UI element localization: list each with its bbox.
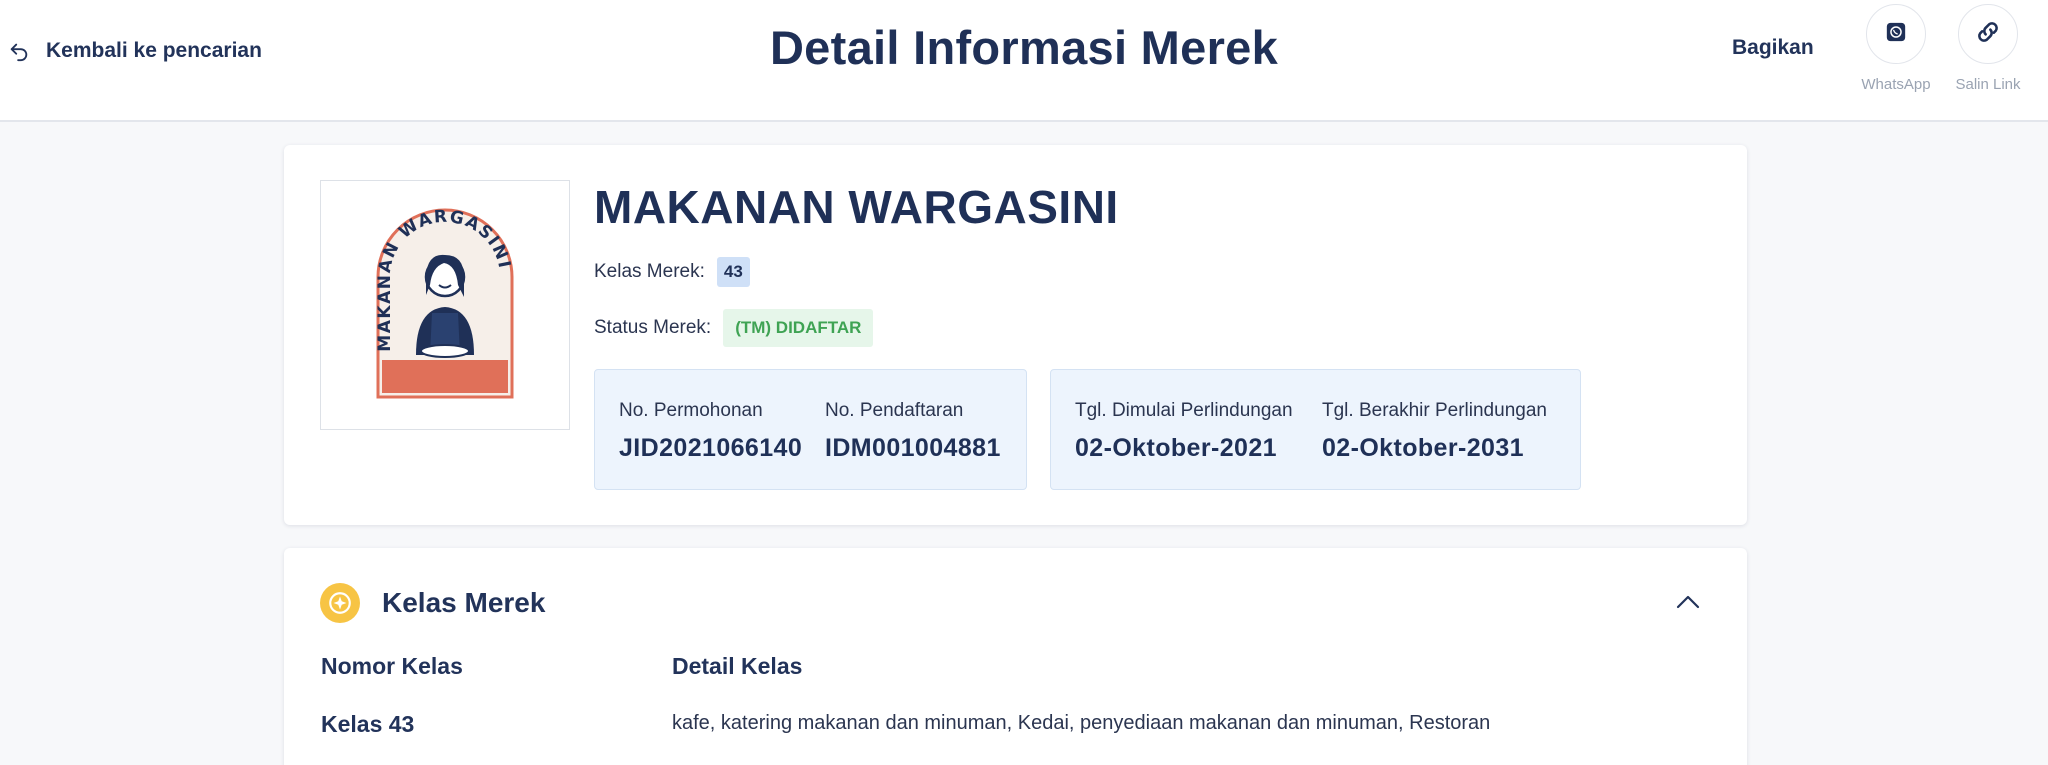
chevron-up-icon bbox=[1676, 595, 1700, 614]
share-label: Bagikan bbox=[1732, 36, 1814, 59]
brand-detail-card: MAKANAN WARGASINI MAKANAN WARGASINI Kela… bbox=[284, 145, 1747, 525]
protection-start-label: Tgl. Dimulai Perlindungan bbox=[1075, 400, 1293, 421]
collapse-section-button[interactable] bbox=[1674, 590, 1702, 618]
whatsapp-icon bbox=[1885, 21, 1907, 48]
class-badge: 43 bbox=[716, 257, 750, 287]
application-number-value: JID2021066140 bbox=[619, 434, 803, 462]
copy-link-caption: Salin Link bbox=[1955, 76, 2021, 93]
application-number-label: No. Permohonan bbox=[619, 400, 763, 421]
class-section-header: Kelas Merek bbox=[320, 583, 545, 623]
brand-logo-image: MAKANAN WARGASINI bbox=[375, 207, 514, 399]
link-icon bbox=[1974, 18, 2002, 51]
class-section-card: Kelas Merek Nomor Kelas Detail Kelas Kel… bbox=[284, 548, 1747, 765]
copy-link-button[interactable] bbox=[1958, 4, 2018, 64]
status-badge: (TM) DIDAFTAR bbox=[723, 309, 874, 347]
brand-logo[interactable]: MAKANAN WARGASINI bbox=[320, 180, 570, 430]
protection-end-group: Tgl. Berakhir Perlindungan 02-Oktober-20… bbox=[1322, 400, 1547, 463]
class-section-icon bbox=[320, 583, 360, 623]
class-number-cell: Kelas 43 bbox=[321, 711, 415, 737]
status-label: Status Merek: bbox=[594, 317, 712, 338]
protection-dates-box: Tgl. Dimulai Perlindungan 02-Oktober-203… bbox=[1050, 369, 1581, 490]
registration-number-value: IDM001004881 bbox=[825, 434, 1001, 462]
protection-end-label: Tgl. Berakhir Perlindungan bbox=[1322, 400, 1547, 421]
protection-start-date: 02-Oktober-2021 bbox=[1075, 434, 1277, 462]
application-number-group: No. Permohonan JID2021066140 bbox=[619, 400, 802, 463]
class-section-title: Kelas Merek bbox=[382, 587, 546, 618]
class-label: Kelas Merek: bbox=[594, 261, 705, 282]
class-row: Kelas Merek: 43 bbox=[594, 257, 750, 287]
column-header-class-number: Nomor Kelas bbox=[321, 653, 463, 679]
class-detail-cell: kafe, katering makanan dan minuman, Keda… bbox=[672, 712, 1491, 734]
registration-number-group: No. Pendaftaran IDM001004881 bbox=[825, 400, 1001, 463]
protection-end-date: 02-Oktober-2031 bbox=[1322, 434, 1524, 462]
top-bar: Kembali ke pencarian Detail Informasi Me… bbox=[0, 0, 2048, 122]
whatsapp-caption: WhatsApp bbox=[1861, 76, 1931, 93]
protection-start-group: Tgl. Dimulai Perlindungan 02-Oktober-203… bbox=[1075, 400, 1293, 463]
registration-number-label: No. Pendaftaran bbox=[825, 400, 964, 421]
column-header-class-detail: Detail Kelas bbox=[672, 653, 803, 679]
registration-numbers-box: No. Permohonan JID2021066140 No. Pendaft… bbox=[594, 369, 1027, 490]
brand-name: MAKANAN WARGASINI bbox=[594, 181, 1119, 233]
whatsapp-share-button[interactable] bbox=[1866, 4, 1926, 64]
status-row: Status Merek: (TM) DIDAFTAR bbox=[594, 309, 874, 347]
